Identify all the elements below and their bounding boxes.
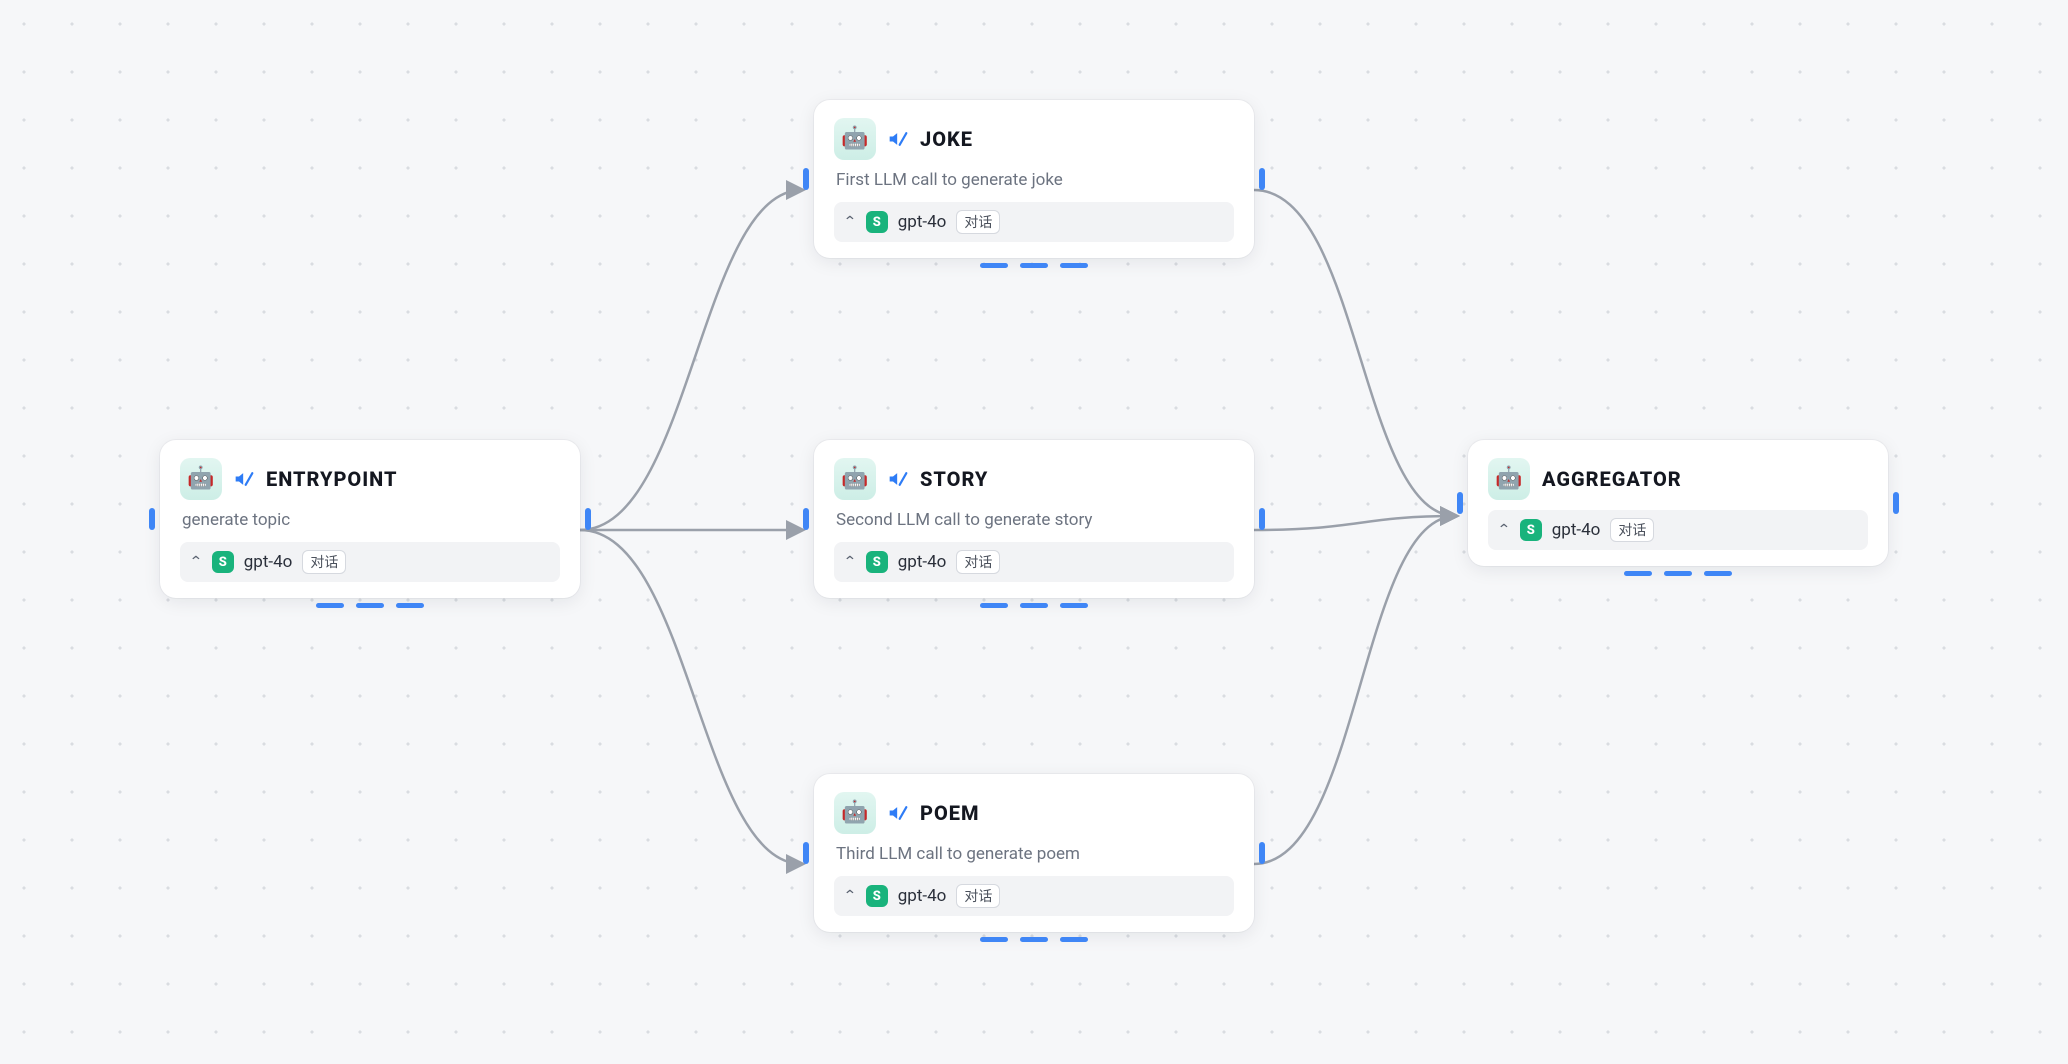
workflow-canvas[interactable]: 🤖 ENTRYPOINT generate topic ⌃ S gpt-4o 对… xyxy=(0,0,2068,1064)
handle-in[interactable] xyxy=(803,842,809,864)
node-title: JOKE xyxy=(920,127,973,151)
resize-handle[interactable] xyxy=(980,263,1088,268)
handle-in[interactable] xyxy=(1457,492,1463,514)
node-aggregator[interactable]: 🤖 AGGREGATOR ⌃ S gpt-4o 对话 xyxy=(1468,440,1888,566)
node-title: STORY xyxy=(920,467,988,491)
model-mode-badge: 对话 xyxy=(956,884,1000,908)
chevron-up-icon: ⌃ xyxy=(1497,522,1511,538)
node-header: 🤖 STORY xyxy=(834,458,1234,500)
handle-out[interactable] xyxy=(1259,842,1265,864)
handle-out[interactable] xyxy=(585,508,591,530)
model-mode-badge: 对话 xyxy=(302,550,346,574)
handle-in[interactable] xyxy=(803,168,809,190)
node-joke[interactable]: 🤖 JOKE First LLM call to generate joke ⌃… xyxy=(814,100,1254,258)
speaker-mute-icon xyxy=(234,469,254,489)
handle-out[interactable] xyxy=(1893,492,1899,514)
openai-icon: S xyxy=(866,885,888,907)
node-header: 🤖 AGGREGATOR xyxy=(1488,458,1868,500)
robot-icon: 🤖 xyxy=(1488,458,1530,500)
openai-icon: S xyxy=(866,211,888,233)
node-title: AGGREGATOR xyxy=(1542,467,1682,491)
model-mode-badge: 对话 xyxy=(1610,518,1654,542)
robot-icon: 🤖 xyxy=(834,458,876,500)
node-description: generate topic xyxy=(182,510,560,530)
model-name: gpt-4o xyxy=(898,212,947,232)
resize-handle[interactable] xyxy=(316,603,424,608)
edge-entry-joke xyxy=(580,190,802,530)
edge-joke-agg xyxy=(1254,190,1456,516)
node-description: First LLM call to generate joke xyxy=(836,170,1234,190)
openai-icon: S xyxy=(1520,519,1542,541)
speaker-mute-icon xyxy=(888,469,908,489)
robot-icon: 🤖 xyxy=(834,118,876,160)
chevron-up-icon: ⌃ xyxy=(843,554,857,570)
model-pill[interactable]: ⌃ S gpt-4o 对话 xyxy=(834,202,1234,242)
handle-out[interactable] xyxy=(1259,168,1265,190)
model-name: gpt-4o xyxy=(1552,520,1601,540)
model-name: gpt-4o xyxy=(898,552,947,572)
model-mode-badge: 对话 xyxy=(956,550,1000,574)
node-title: ENTRYPOINT xyxy=(266,467,397,491)
openai-icon: S xyxy=(212,551,234,573)
handle-in[interactable] xyxy=(149,508,155,530)
model-pill[interactable]: ⌃ S gpt-4o 对话 xyxy=(180,542,560,582)
handle-out[interactable] xyxy=(1259,508,1265,530)
chevron-up-icon: ⌃ xyxy=(843,888,857,904)
robot-icon: 🤖 xyxy=(180,458,222,500)
edge-poem-agg xyxy=(1254,516,1456,864)
model-name: gpt-4o xyxy=(898,886,947,906)
node-title: POEM xyxy=(920,801,980,825)
node-header: 🤖 POEM xyxy=(834,792,1234,834)
edge-story-agg xyxy=(1254,516,1456,530)
chevron-up-icon: ⌃ xyxy=(189,554,203,570)
model-pill[interactable]: ⌃ S gpt-4o 对话 xyxy=(834,876,1234,916)
node-description: Third LLM call to generate poem xyxy=(836,844,1234,864)
robot-icon: 🤖 xyxy=(834,792,876,834)
model-mode-badge: 对话 xyxy=(956,210,1000,234)
edge-entry-poem xyxy=(580,530,802,864)
handle-in[interactable] xyxy=(803,508,809,530)
node-story[interactable]: 🤖 STORY Second LLM call to generate stor… xyxy=(814,440,1254,598)
model-pill[interactable]: ⌃ S gpt-4o 对话 xyxy=(1488,510,1868,550)
chevron-up-icon: ⌃ xyxy=(843,214,857,230)
speaker-mute-icon xyxy=(888,803,908,823)
node-header: 🤖 JOKE xyxy=(834,118,1234,160)
node-entrypoint[interactable]: 🤖 ENTRYPOINT generate topic ⌃ S gpt-4o 对… xyxy=(160,440,580,598)
node-description: Second LLM call to generate story xyxy=(836,510,1234,530)
resize-handle[interactable] xyxy=(980,937,1088,942)
model-pill[interactable]: ⌃ S gpt-4o 对话 xyxy=(834,542,1234,582)
node-header: 🤖 ENTRYPOINT xyxy=(180,458,560,500)
openai-icon: S xyxy=(866,551,888,573)
speaker-mute-icon xyxy=(888,129,908,149)
model-name: gpt-4o xyxy=(244,552,293,572)
resize-handle[interactable] xyxy=(1624,571,1732,576)
node-poem[interactable]: 🤖 POEM Third LLM call to generate poem ⌃… xyxy=(814,774,1254,932)
resize-handle[interactable] xyxy=(980,603,1088,608)
